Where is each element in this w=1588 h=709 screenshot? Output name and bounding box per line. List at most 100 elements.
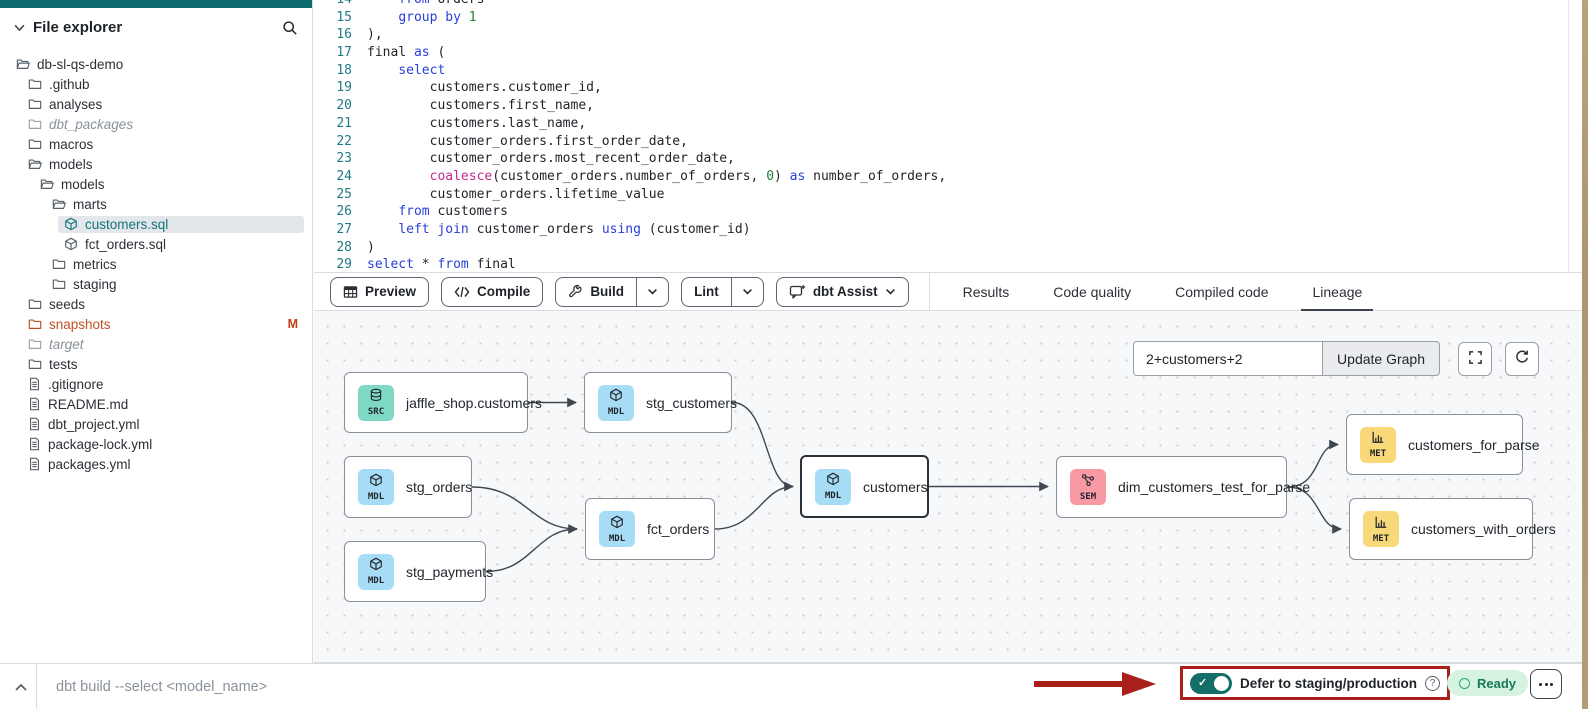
- tree-item--github[interactable]: .github: [0, 74, 312, 94]
- folder-icon: [52, 257, 66, 271]
- build-button[interactable]: Build: [555, 277, 669, 307]
- dbt-cloud-ide: File explorer db-sl-qs-demo .github analys…: [0, 0, 1588, 709]
- tab-code-quality[interactable]: Code quality: [1050, 272, 1134, 311]
- lineage-node-stg-orders[interactable]: MDL stg_orders: [344, 456, 472, 518]
- metric-badge: MET: [1363, 511, 1399, 547]
- search-icon[interactable]: [282, 20, 298, 36]
- tree-item-fct-orders-sql[interactable]: fct_orders.sql: [0, 234, 312, 254]
- wrench-icon: [568, 284, 583, 299]
- tree-item-label: tests: [49, 357, 78, 372]
- code-line: 23 customer_orders.most_recent_order_dat…: [314, 150, 1582, 168]
- semantic-badge: SEM: [1070, 469, 1106, 505]
- file-tree: db-sl-qs-demo .github analysesdbt_packages…: [0, 54, 312, 474]
- fullscreen-button[interactable]: [1458, 342, 1492, 376]
- lineage-node-stg-customers[interactable]: MDL stg_customers: [584, 372, 732, 433]
- tree-item-macros[interactable]: macros: [0, 134, 312, 154]
- tree-item-readme-md[interactable]: README.md: [0, 394, 312, 414]
- fullscreen-icon: [1468, 350, 1483, 368]
- tree-item-metrics[interactable]: metrics: [0, 254, 312, 274]
- refresh-button[interactable]: [1505, 342, 1539, 376]
- model-badge: MDL: [598, 385, 634, 421]
- status-badge: Ready: [1447, 670, 1528, 696]
- line-code: customer_orders.first_order_date,: [367, 133, 688, 151]
- tab-compiled-code[interactable]: Compiled code: [1172, 272, 1271, 311]
- file-explorer-title: File explorer: [33, 19, 282, 36]
- lineage-graph[interactable]: Update Graph SRC jaffle_shop.customers: [314, 311, 1582, 663]
- lint-dropdown[interactable]: [731, 278, 763, 306]
- graph-controls: Update Graph: [1133, 341, 1539, 376]
- line-code: select: [367, 62, 445, 80]
- tree-item-label: staging: [73, 277, 117, 292]
- sql-code-editor[interactable]: 14 from orders15 group by 116),17final a…: [314, 0, 1582, 272]
- network-icon: [1081, 473, 1095, 492]
- build-dropdown[interactable]: [636, 278, 668, 306]
- tree-item-staging[interactable]: staging: [0, 274, 312, 294]
- folder-open-icon: [16, 57, 30, 71]
- chevron-down-icon[interactable]: [14, 22, 25, 33]
- tree-item-marts[interactable]: marts: [0, 194, 312, 214]
- editor-scrollbar[interactable]: [1568, 0, 1569, 272]
- file-icon: [28, 437, 41, 451]
- folder-icon: [28, 357, 42, 371]
- code-line: 24 coalesce(customer_orders.number_of_or…: [314, 168, 1582, 186]
- lineage-node-dim-customers-test-for-parse[interactable]: SEM dim_customers_test_for_parse: [1056, 456, 1287, 518]
- preview-button[interactable]: Preview: [330, 277, 429, 307]
- lint-label: Lint: [694, 284, 719, 299]
- toggle-knob: [1214, 676, 1229, 691]
- build-label: Build: [590, 284, 624, 299]
- tree-item-customers-sql[interactable]: customers.sql: [0, 214, 312, 234]
- folder-icon: [28, 137, 42, 151]
- lint-button[interactable]: Lint: [681, 277, 764, 307]
- code-line: 22 customer_orders.first_order_date,: [314, 133, 1582, 151]
- dbt-command-input[interactable]: [56, 674, 656, 700]
- tree-item-target[interactable]: target: [0, 334, 312, 354]
- lineage-node-stg-payments[interactable]: MDL stg_payments: [344, 541, 486, 602]
- tree-item-snapshots[interactable]: snapshotsM: [0, 314, 312, 334]
- lineage-node-fct-orders[interactable]: MDL fct_orders: [585, 498, 715, 560]
- code-line: 20 customers.first_name,: [314, 97, 1582, 115]
- more-options-button[interactable]: [1530, 669, 1562, 699]
- tree-item-models[interactable]: models: [0, 154, 312, 174]
- tree-item--gitignore[interactable]: .gitignore: [0, 374, 312, 394]
- tree-item-label: macros: [49, 137, 93, 152]
- lineage-node-jaffle-shop-customers[interactable]: SRC jaffle_shop.customers: [344, 372, 528, 433]
- tree-item-label: README.md: [48, 397, 128, 412]
- tree-item-seeds[interactable]: seeds: [0, 294, 312, 314]
- code-line: 21 customers.last_name,: [314, 115, 1582, 133]
- modified-badge: M: [288, 317, 298, 331]
- tree-item-packages-yml[interactable]: packages.yml: [0, 454, 312, 474]
- code-line: 17final as (: [314, 44, 1582, 62]
- code-line: 27 left join customer_orders using (cust…: [314, 221, 1582, 239]
- lineage-node-customers-for-parse[interactable]: MET customers_for_parse: [1346, 414, 1523, 475]
- lineage-selector-input[interactable]: [1133, 341, 1323, 376]
- lineage-node-customers-with-orders[interactable]: MET customers_with_orders: [1349, 498, 1533, 560]
- tree-item-label: fct_orders.sql: [85, 237, 166, 252]
- file-icon: [28, 457, 41, 471]
- chevron-down-icon: [647, 286, 658, 297]
- accent-bar: [0, 0, 312, 8]
- tree-item-label: .github: [49, 77, 90, 92]
- update-graph-button[interactable]: Update Graph: [1322, 341, 1440, 376]
- defer-toggle[interactable]: ✓: [1190, 673, 1232, 694]
- tree-item-analyses[interactable]: analyses: [0, 94, 312, 114]
- collapse-panel-button[interactable]: [10, 678, 32, 696]
- tree-item-dbt-packages[interactable]: dbt_packages: [0, 114, 312, 134]
- tab-lineage[interactable]: Lineage: [1309, 272, 1365, 311]
- line-number: 15: [314, 9, 352, 27]
- folder-icon: [28, 297, 42, 311]
- lineage-node-customers[interactable]: MDL customers: [800, 455, 929, 518]
- help-icon[interactable]: ?: [1425, 676, 1440, 691]
- file-icon: [28, 377, 41, 391]
- dbt-assist-button[interactable]: dbt Assist: [776, 277, 909, 307]
- tree-item-tests[interactable]: tests: [0, 354, 312, 374]
- file-explorer-sidebar: File explorer db-sl-qs-demo .github analys…: [0, 0, 313, 663]
- tab-results[interactable]: Results: [960, 272, 1013, 311]
- tree-item-db-sl-qs-demo[interactable]: db-sl-qs-demo: [0, 54, 312, 74]
- line-number: 21: [314, 115, 352, 133]
- tree-item-package-lock-yml[interactable]: package-lock.yml: [0, 434, 312, 454]
- tree-item-models[interactable]: models: [0, 174, 312, 194]
- tree-item-dbt-project-yml[interactable]: dbt_project.yml: [0, 414, 312, 434]
- tree-item-label: models: [61, 177, 105, 192]
- compile-button[interactable]: Compile: [441, 277, 543, 307]
- cube-icon: [826, 472, 840, 491]
